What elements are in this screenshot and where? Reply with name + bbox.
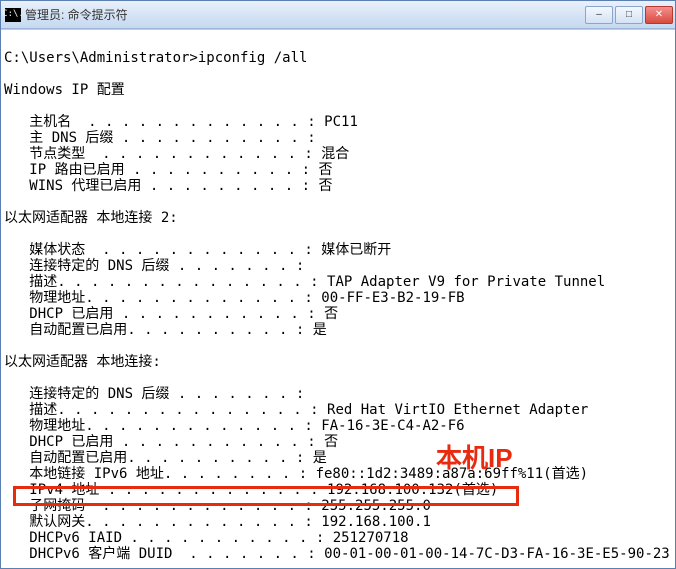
dns-suffix-row: 主 DNS 后缀 . . . . . . . . . . . : [4, 130, 324, 146]
ip-routing-label: IP 路由已启用 . . . . . . . . . . : [4, 162, 318, 178]
close-button[interactable]: ✕ [645, 6, 673, 24]
a1-dns-suffix-label: 连接特定的 DNS 后缀 . . . . . . . : [4, 386, 313, 402]
a1-ipv4-value: 192.168.100.132(首选) [327, 482, 498, 498]
wins-proxy-row: WINS 代理已启用 . . . . . . . . . : 否 [4, 178, 332, 194]
a2-dns-suffix-row: 连接特定的 DNS 后缀 . . . . . . . : [4, 258, 313, 274]
node-type-label: 节点类型 . . . . . . . . . . . . : [4, 146, 321, 162]
a2-autoconf-row: 自动配置已启用. . . . . . . . . . : 是 [4, 322, 327, 338]
a2-autoconf-value: 是 [313, 322, 327, 338]
a1-mask-value: 255.255.255.0 [321, 498, 431, 514]
section-adapter1: 以太网适配器 本地连接: [4, 354, 161, 370]
media-state-value: 媒体已断开 [321, 242, 391, 258]
ip-routing-value: 否 [318, 162, 332, 178]
node-type-value: 混合 [321, 146, 349, 162]
a1-dhcp-label: DHCP 已启用 . . . . . . . . . . . : [4, 434, 324, 450]
a1-iaid-value: 251270718 [333, 530, 409, 546]
a1-ipv6-label: 本地链接 IPv6 地址. . . . . . . . : [4, 466, 316, 482]
maximize-button[interactable]: □ [615, 6, 643, 24]
a1-desc-value: Red Hat VirtIO Ethernet Adapter [327, 402, 588, 418]
media-state-row: 媒体状态 . . . . . . . . . . . . : 媒体已断开 [4, 242, 391, 258]
titlebar[interactable]: C:\. 管理员: 命令提示符 – □ ✕ [1, 1, 675, 29]
a1-ipv6-row: 本地链接 IPv6 地址. . . . . . . . : fe80::1d2:… [4, 466, 588, 482]
a1-autoconf-row: 自动配置已启用. . . . . . . . . . : 是 [4, 450, 327, 466]
command-prompt-window: C:\. 管理员: 命令提示符 – □ ✕ C:\Users\Administr… [0, 0, 676, 569]
hostname-row: 主机名 . . . . . . . . . . . . . : PC11 [4, 114, 358, 130]
a1-ipv4-row: IPv4 地址 . . . . . . . . . . . . : 192.16… [4, 482, 498, 498]
console-output[interactable]: C:\Users\Administrator>ipconfig /all Win… [1, 29, 675, 568]
wins-proxy-value: 否 [318, 178, 332, 194]
a1-gateway-value: 192.168.100.1 [321, 514, 431, 530]
a2-autoconf-label: 自动配置已启用. . . . . . . . . . : [4, 322, 313, 338]
node-type-row: 节点类型 . . . . . . . . . . . . : 混合 [4, 146, 349, 162]
a1-duid-row: DHCPv6 客户端 DUID . . . . . . . : 00-01-00… [4, 546, 670, 562]
a2-desc-label: 描述. . . . . . . . . . . . . . . : [4, 274, 327, 290]
a1-duid-value: 00-01-00-01-00-14-7C-D3-FA-16-3E-E5-90-2… [324, 546, 670, 562]
a1-dns-suffix-row: 连接特定的 DNS 后缀 . . . . . . . : [4, 386, 313, 402]
a1-autoconf-value: 是 [313, 450, 327, 466]
a2-dhcp-label: DHCP 已启用 . . . . . . . . . . . : [4, 306, 324, 322]
a1-ipv4-label: IPv4 地址 . . . . . . . . . . . . : [4, 482, 327, 498]
a1-mask-label: 子网掩码 . . . . . . . . . . . . : [4, 498, 321, 514]
window-controls: – □ ✕ [585, 6, 673, 24]
a1-dhcp-row: DHCP 已启用 . . . . . . . . . . . : 否 [4, 434, 338, 450]
annotation-local-ip: 本机IP [436, 450, 513, 466]
minimize-button[interactable]: – [585, 6, 613, 24]
media-state-label: 媒体状态 . . . . . . . . . . . . : [4, 242, 321, 258]
a1-duid-label: DHCPv6 客户端 DUID . . . . . . . : [4, 546, 324, 562]
window-title: 管理员: 命令提示符 [25, 6, 585, 23]
a1-desc-row: 描述. . . . . . . . . . . . . . . : Red Ha… [4, 402, 588, 418]
hostname-label: 主机名 . . . . . . . . . . . . . : [4, 114, 324, 130]
a1-iaid-row: DHCPv6 IAID . . . . . . . . . . . : 2512… [4, 530, 409, 546]
a1-autoconf-label: 自动配置已启用. . . . . . . . . . : [4, 450, 313, 466]
a2-dns-suffix-label: 连接特定的 DNS 后缀 . . . . . . . : [4, 258, 313, 274]
hostname-value: PC11 [324, 114, 358, 130]
a2-mac-value: 00-FF-E3-B2-19-FB [321, 290, 464, 306]
a1-mask-row: 子网掩码 . . . . . . . . . . . . : 255.255.2… [4, 498, 431, 514]
section-adapter2: 以太网适配器 本地连接 2: [4, 210, 178, 226]
a1-dhcp-value: 否 [324, 434, 338, 450]
cmd-icon: C:\. [5, 8, 21, 22]
section-windows-ip: Windows IP 配置 [4, 82, 125, 98]
a1-gateway-label: 默认网关. . . . . . . . . . . . . : [4, 514, 321, 530]
a1-mac-value: FA-16-3E-C4-A2-F6 [321, 418, 464, 434]
a2-mac-label: 物理地址. . . . . . . . . . . . . : [4, 290, 321, 306]
a2-desc-value: TAP Adapter V9 for Private Tunnel [327, 274, 605, 290]
a1-mac-row: 物理地址. . . . . . . . . . . . . : FA-16-3E… [4, 418, 465, 434]
dns-suffix-label: 主 DNS 后缀 . . . . . . . . . . . : [4, 130, 324, 146]
a2-dhcp-value: 否 [324, 306, 338, 322]
a1-desc-label: 描述. . . . . . . . . . . . . . . : [4, 402, 327, 418]
wins-proxy-label: WINS 代理已启用 . . . . . . . . . : [4, 178, 318, 194]
a1-iaid-label: DHCPv6 IAID . . . . . . . . . . . : [4, 530, 333, 546]
a1-mac-label: 物理地址. . . . . . . . . . . . . : [4, 418, 321, 434]
ip-routing-row: IP 路由已启用 . . . . . . . . . . : 否 [4, 162, 332, 178]
prompt-line: C:\Users\Administrator>ipconfig /all [4, 50, 307, 66]
a2-desc-row: 描述. . . . . . . . . . . . . . . : TAP Ad… [4, 274, 605, 290]
a1-ipv6-value: fe80::1d2:3489:a87a:69ff%11(首选) [316, 466, 588, 482]
a1-gateway-row: 默认网关. . . . . . . . . . . . . : 192.168.… [4, 514, 431, 530]
a2-dhcp-row: DHCP 已启用 . . . . . . . . . . . : 否 [4, 306, 338, 322]
a2-mac-row: 物理地址. . . . . . . . . . . . . : 00-FF-E3… [4, 290, 465, 306]
